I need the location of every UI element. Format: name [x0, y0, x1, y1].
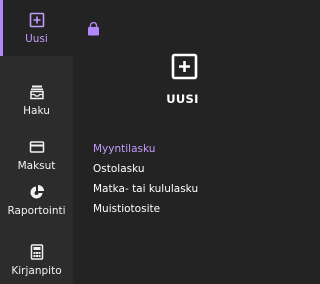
sidebar-item-label: Kirjanpito: [11, 264, 62, 277]
inbox-stack-icon: [29, 85, 44, 99]
sidebar-item-label: Uusi: [25, 32, 48, 45]
menu-item-ostolasku[interactable]: Ostolasku: [93, 159, 198, 179]
plus-square-icon: [171, 53, 198, 80]
menu-item-matka-kululasku[interactable]: Matka- tai kululasku: [93, 179, 198, 199]
page-title: UUSI: [166, 92, 199, 106]
card-icon: [29, 140, 44, 153]
sidebar-item-kirjanpito[interactable]: Kirjanpito: [0, 232, 73, 284]
sidebar-item-haku[interactable]: Haku: [0, 72, 73, 128]
pie-chart-icon: [30, 184, 44, 198]
menu-item-myyntilasku[interactable]: Myyntilasku: [93, 139, 198, 159]
plus-square-icon: [29, 12, 44, 27]
menu-item-muistiotosite[interactable]: Muistiotosite: [93, 199, 198, 219]
main-panel: UUSI Myyntilasku Ostolasku Matka- tai ku…: [73, 0, 292, 284]
sidebar: Uusi Haku Maksut Raportointi Kirjanpito: [0, 0, 73, 284]
sidebar-item-label: Haku: [23, 104, 50, 117]
sidebar-item-label: Raportointi: [7, 204, 66, 217]
calculator-icon: [30, 243, 43, 260]
new-document-menu: Myyntilasku Ostolasku Matka- tai kululas…: [93, 139, 198, 219]
sidebar-item-label: Maksut: [17, 159, 56, 172]
app-window: Uusi Haku Maksut Raportointi Kirjanpito …: [0, 0, 292, 284]
sidebar-item-uusi[interactable]: Uusi: [0, 0, 73, 56]
sidebar-item-raportointi[interactable]: Raportointi: [0, 172, 73, 228]
shopping-bag-icon[interactable]: [87, 22, 100, 36]
